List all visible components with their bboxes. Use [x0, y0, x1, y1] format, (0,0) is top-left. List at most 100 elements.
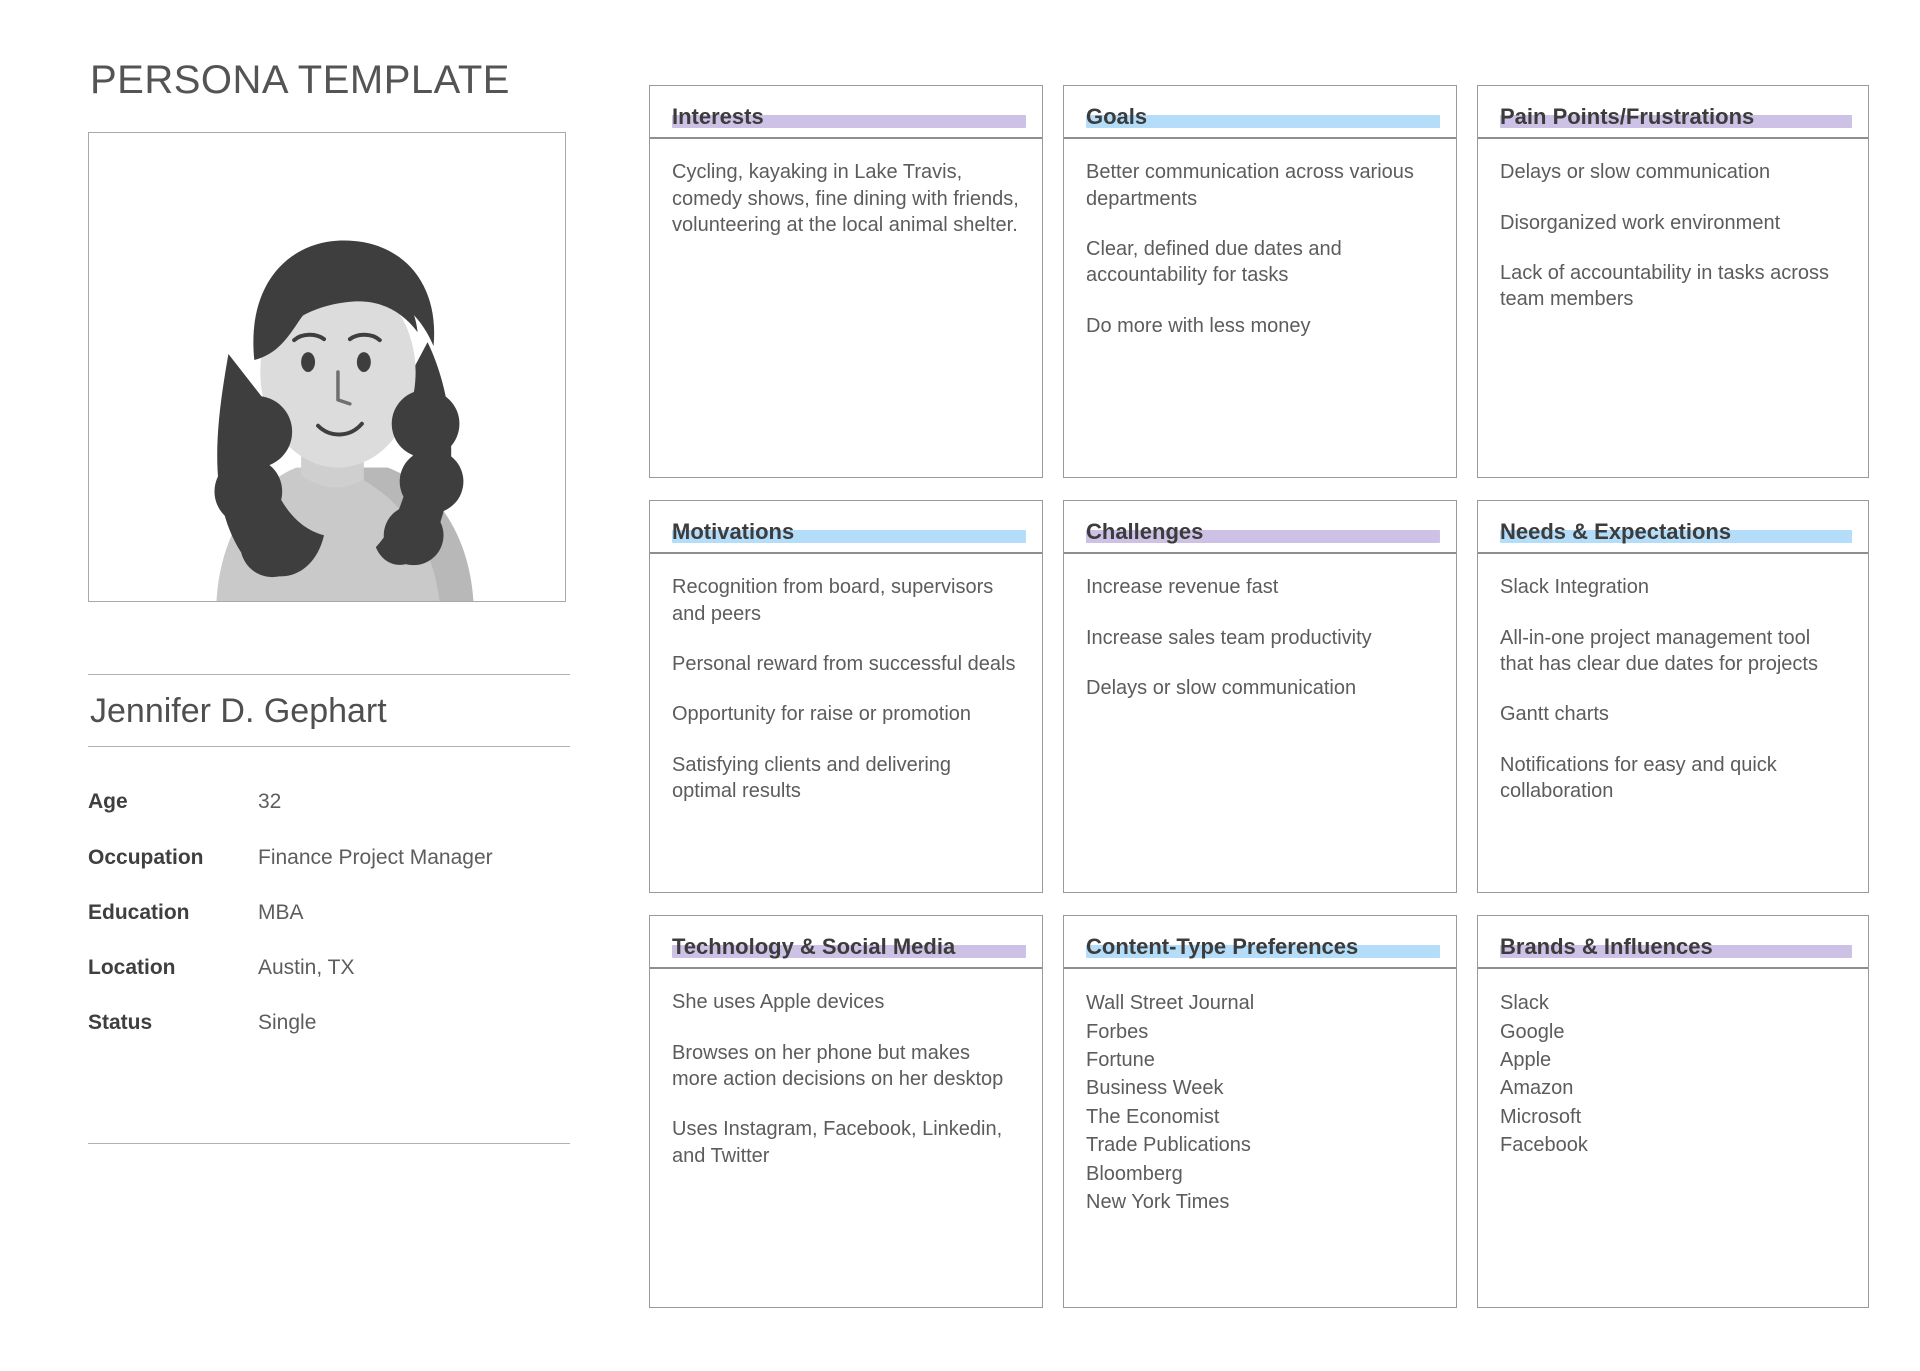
persona-card-header: Needs & Expectations: [1478, 501, 1868, 552]
list-item: Increase sales team productivity: [1086, 626, 1372, 649]
card-title-highlight-wrap: Motivations: [672, 519, 1026, 544]
attributes-table: Age 32 Occupation Finance Project Manage…: [88, 789, 570, 1065]
list-item: Amazon: [1500, 1077, 1574, 1100]
persona-card-body: Delays or slow communication Disorganized…: [1478, 139, 1868, 477]
list-item: Opportunity for raise or promotion: [672, 703, 972, 726]
persona-card-body: Cycling, kayaking in Lake Travis, comedy…: [650, 139, 1042, 477]
persona-card-body: Wall Street Journal Forbes Fortune Business…: [1064, 969, 1456, 1307]
card-title: Interests: [672, 104, 764, 129]
persona-card-cell: Motivations Recognition from board, super…: [649, 500, 1063, 915]
persona-card-body: Slack Integration All-in-one project mana…: [1478, 554, 1868, 892]
card-title: Pain Points/Frustrations: [1500, 104, 1755, 129]
avatar-illustration-frame: [88, 132, 566, 602]
persona-card-header: Goals: [1064, 86, 1456, 137]
list-item: Google: [1500, 1020, 1565, 1043]
persona-card-cell: Interests Cycling, kayaking in Lake Travi…: [649, 85, 1063, 500]
card-title: Needs & Expectations: [1500, 519, 1732, 544]
list-item: Fortune: [1086, 1049, 1155, 1072]
persona-card-body: Better communication across various depa…: [1064, 139, 1456, 477]
card-title-highlight-wrap: Technology & Social Media: [672, 934, 1026, 959]
list-item: Increase revenue fast: [1086, 576, 1279, 599]
list-item: Business Week: [1086, 1077, 1224, 1100]
list-item: Lack of accountability in tasks across t…: [1500, 262, 1830, 311]
footer-divider: [88, 1143, 570, 1145]
list-item: Forbes: [1086, 1020, 1149, 1043]
persona-card: Challenges Increase revenue fast Increase …: [1063, 500, 1457, 893]
list-item: Delays or slow communication: [1500, 161, 1771, 184]
persona-card: Interests Cycling, kayaking in Lake Travi…: [649, 85, 1043, 478]
attribute-key: Location: [88, 955, 176, 979]
list-item: Wall Street Journal: [1086, 992, 1255, 1015]
list-item: Better communication across various depa…: [1086, 161, 1414, 210]
persona-cards-grid: Interests Cycling, kayaking in Lake Travi…: [649, 85, 1889, 1330]
list-item: Uses Instagram, Facebook, Linkedin, and …: [672, 1118, 1003, 1167]
list-item: Slack Integration: [1500, 576, 1649, 599]
persona-card-cell: Challenges Increase revenue fast Increase …: [1063, 500, 1477, 915]
card-title-highlight-wrap: Needs & Expectations: [1500, 519, 1852, 544]
persona-card-cell: Pain Points/Frustrations Delays or slow c…: [1477, 85, 1889, 500]
attribute-value: 32: [258, 790, 282, 814]
list-item: Disorganized work environment: [1500, 211, 1781, 234]
name-divider-bottom: [88, 746, 570, 748]
persona-card: Pain Points/Frustrations Delays or slow c…: [1477, 85, 1869, 478]
table-row: Location Austin, TX: [88, 955, 570, 1010]
persona-card-body: She uses Apple devices Browses on her pho…: [650, 969, 1042, 1307]
table-row: Education MBA: [88, 900, 570, 955]
table-row: Occupation Finance Project Manager: [88, 845, 570, 900]
persona-card: Technology & Social Media She uses Apple …: [649, 915, 1043, 1308]
table-row: Age 32: [88, 789, 570, 844]
attribute-value: MBA: [258, 900, 304, 924]
list-item: All-in-one project management tool that …: [1500, 626, 1818, 676]
list-item: Recognition from board, supervisors and …: [672, 576, 994, 625]
list-item: Gantt charts: [1500, 703, 1609, 726]
attribute-value: Austin, TX: [258, 955, 355, 979]
list-item: Delays or slow communication: [1086, 677, 1357, 700]
persona-card: Needs & Expectations Slack Integration All…: [1477, 500, 1869, 893]
card-title-highlight-wrap: Challenges: [1086, 519, 1440, 544]
profile-column: PERSONA TEMPLATE Jennifer D. Gephart Age…: [88, 58, 570, 1145]
persona-card-header: Brands & Influences: [1478, 916, 1868, 967]
list-item: New York Times: [1086, 1191, 1230, 1214]
persona-card-cell: Needs & Expectations Slack Integration All…: [1477, 500, 1889, 915]
persona-card: Content-Type Preferences Wall Street Jour…: [1063, 915, 1457, 1308]
list-item: Cycling, kayaking in Lake Travis, comedy…: [672, 161, 1019, 237]
attribute-value: Finance Project Manager: [258, 845, 493, 869]
persona-card-cell: Goals Better communication across various…: [1063, 85, 1477, 500]
persona-card-header: Motivations: [650, 501, 1042, 552]
list-item: Slack: [1500, 992, 1549, 1015]
list-item: She uses Apple devices: [672, 991, 885, 1014]
attribute-key: Status: [88, 1011, 153, 1035]
list-item: Trade Publications: [1086, 1134, 1251, 1157]
person-name: Jennifer D. Gephart: [90, 692, 387, 730]
list-item: Browses on her phone but makes more acti…: [672, 1041, 1004, 1091]
persona-card-header: Technology & Social Media: [650, 916, 1042, 967]
card-title-highlight-wrap: Content-Type Preferences: [1086, 934, 1440, 959]
persona-card-body: Recognition from board, supervisors and …: [650, 554, 1042, 892]
persona-card-cell: Content-Type Preferences Wall Street Jour…: [1063, 915, 1477, 1330]
card-title: Challenges: [1086, 519, 1204, 544]
list-item: Microsoft: [1500, 1105, 1582, 1128]
card-title: Content-Type Preferences: [1086, 934, 1359, 959]
list-item: Do more with less money: [1086, 314, 1311, 337]
persona-card-body: Slack Google Apple Amazon Microsoft Facebook: [1478, 969, 1868, 1307]
list-item: Notifications for easy and quick collabo…: [1500, 753, 1777, 803]
page-title: PERSONA TEMPLATE: [90, 58, 510, 102]
persona-card-cell: Brands & Influences Slack Google Apple Amazo…: [1477, 915, 1889, 1330]
card-title-highlight-wrap: Brands & Influences: [1500, 934, 1852, 959]
persona-card-body: Increase revenue fast Increase sales team…: [1064, 554, 1456, 892]
attributes-table-body: Age 32 Occupation Finance Project Manage…: [88, 789, 570, 1065]
persona-card-header: Challenges: [1064, 501, 1456, 552]
persona-card-header: Content-Type Preferences: [1064, 916, 1456, 967]
attribute-key: Education: [88, 900, 190, 924]
persona-card-header: Pain Points/Frustrations: [1478, 86, 1868, 137]
avatar-icon: [214, 240, 474, 601]
list-item: Clear, defined due dates and accountabil…: [1086, 238, 1342, 287]
card-title: Goals: [1086, 104, 1148, 129]
persona-card-cell: Technology & Social Media She uses Apple …: [649, 915, 1063, 1330]
card-title-highlight-wrap: Interests: [672, 104, 1026, 129]
list-item: Bloomberg: [1086, 1162, 1183, 1185]
list-item: Personal reward from successful deals: [672, 653, 1016, 676]
list-item: Apple: [1500, 1049, 1552, 1072]
persona-card: Motivations Recognition from board, super…: [649, 500, 1043, 893]
list-item: Facebook: [1500, 1134, 1588, 1157]
